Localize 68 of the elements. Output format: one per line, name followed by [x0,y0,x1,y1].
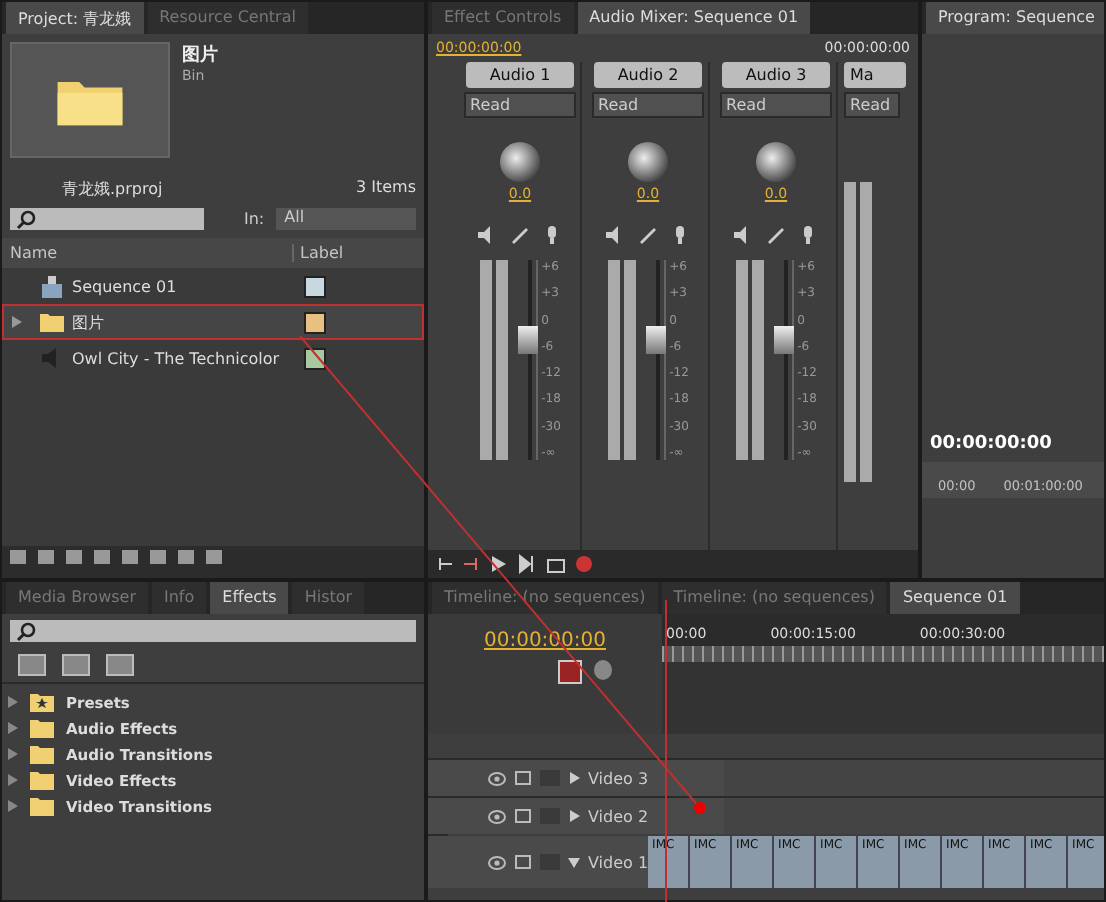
expand-icon[interactable] [8,722,18,734]
channel-name-button[interactable]: Audio 2 [594,62,702,88]
pencil-icon[interactable] [766,226,786,244]
fader-handle[interactable] [645,326,666,354]
in-label: In: [244,210,265,228]
panel-tab[interactable]: Sequence 01 [890,582,1020,614]
eye-icon[interactable] [488,771,506,785]
fader-handle[interactable] [773,326,794,354]
search-field[interactable] [10,620,416,642]
item-count: 3 Items [355,178,416,200]
search-icon [16,621,36,641]
lock-icon[interactable] [514,808,532,824]
expand-icon[interactable] [8,696,18,708]
folder-icon [30,744,54,764]
expand-icon[interactable] [568,772,580,784]
pencil-icon[interactable] [510,226,530,244]
automation-dropdown[interactable]: Read [720,92,832,118]
bin-title: 图片 [182,42,218,68]
track-header[interactable]: Video 3 [428,760,724,796]
project-file-name: 青龙娥.prproj [62,178,163,200]
collapse-icon[interactable] [568,856,580,868]
label-swatch[interactable] [304,275,326,297]
expand-icon[interactable] [8,800,18,812]
project-item[interactable]: Owl City - The Technicolor [2,340,424,376]
folder-icon [30,796,54,816]
fader-handle[interactable] [517,326,538,354]
eye-icon[interactable] [488,809,506,823]
track-header[interactable]: Video 2 [428,798,724,834]
panel-tab[interactable]: Program: Sequence [926,2,1104,34]
preset-folder-icon [30,692,54,712]
column-header[interactable]: Name [10,244,292,262]
microphone-icon[interactable] [798,226,818,244]
folder-icon [30,718,54,738]
track-header[interactable]: Video 1 [428,836,649,888]
search-field[interactable] [10,208,204,230]
automation-dropdown[interactable]: Read [592,92,704,118]
column-header[interactable]: Label [292,244,416,262]
project-item[interactable]: Sequence 01 [2,268,424,304]
microphone-icon[interactable] [670,226,690,244]
transport-controls-drawing[interactable] [436,554,596,574]
microphone-icon[interactable] [542,226,562,244]
project-item[interactable]: 图片 [2,304,424,340]
pencil-icon[interactable] [638,226,658,244]
automation-dropdown[interactable]: Read [844,92,900,118]
in-dropdown[interactable]: All [276,208,416,230]
expand-icon[interactable] [568,810,580,822]
label-swatch[interactable] [304,311,326,333]
sequence-icon [40,275,64,297]
timecode[interactable]: 00:00:00:00 [922,434,1104,454]
pan-knob[interactable] [756,142,796,182]
folder-icon [40,312,64,332]
channel-name-button[interactable]: Ma [844,62,906,88]
search-icon [16,209,36,229]
expand-icon[interactable] [12,316,22,328]
channel-name-button[interactable]: Audio 3 [722,62,830,88]
panel-tab[interactable]: Audio Mixer: Sequence 01 [577,2,811,34]
channel-name-button[interactable]: Audio 1 [466,62,574,88]
automation-dropdown[interactable]: Read [464,92,576,118]
folder-icon [30,770,54,790]
panel-tab[interactable]: Project: 青龙娥 [6,2,144,34]
panel-tab[interactable]: Effects [210,582,289,614]
eye-icon[interactable] [488,855,506,869]
expand-icon[interactable] [8,774,18,786]
expand-icon[interactable] [8,748,18,760]
pan-knob[interactable] [500,142,540,182]
lock-icon[interactable] [514,770,532,786]
pan-knob[interactable] [628,142,668,182]
lock-icon[interactable] [514,854,532,870]
